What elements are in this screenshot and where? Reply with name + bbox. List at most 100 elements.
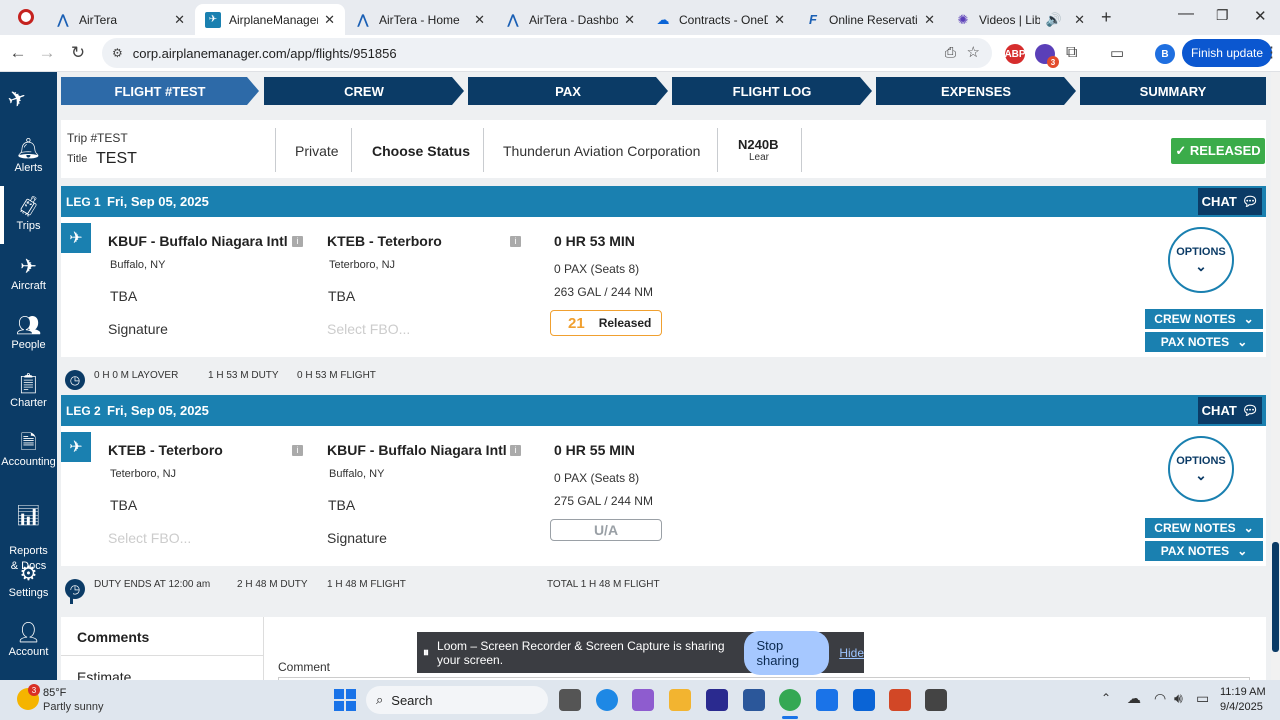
reload-icon[interactable]: ↻ — [67, 43, 89, 63]
side-panel-icon[interactable]: ▭ — [1110, 44, 1124, 62]
departure-time[interactable]: TBA — [110, 288, 137, 304]
sidebar-item-aircraft[interactable]: ✈ Aircraft — [0, 256, 57, 292]
site-info-icon[interactable]: ⚙ — [112, 46, 123, 60]
extension-loom-icon[interactable]: 3 — [1035, 44, 1059, 68]
step-expenses[interactable]: EXPENSES — [876, 77, 1076, 105]
bookmark-star-icon[interactable]: ☆ — [967, 43, 980, 61]
windows-start-icon[interactable] — [334, 689, 356, 711]
arrival-fbo[interactable]: Signature — [327, 530, 387, 546]
departure-airport[interactable]: KBUF - Buffalo Niagara Intl — [108, 233, 288, 249]
info-icon[interactable]: i — [510, 445, 521, 456]
app-icon[interactable] — [816, 689, 838, 711]
close-icon[interactable]: ✕ — [624, 12, 635, 28]
stop-sharing-button[interactable]: Stop sharing — [744, 630, 830, 675]
file-explorer-icon[interactable] — [669, 689, 691, 711]
forward-arrow-icon[interactable]: → — [36, 43, 58, 63]
chat-button[interactable]: CHAT 💬︎ — [1198, 397, 1262, 424]
leg-status-badge[interactable]: U/A — [550, 519, 662, 541]
back-arrow-icon[interactable]: ← — [7, 43, 29, 63]
adblock-icon[interactable]: ABP — [1004, 44, 1026, 64]
estimate-tab[interactable]: Estimate — [77, 669, 131, 680]
tab-airplanemanager[interactable]: ✈ AirplaneManager ✕ — [195, 4, 345, 35]
tab-airtera-dashboard[interactable]: ⋀ AirTera - Dashboard ✕ — [495, 4, 645, 35]
tab-airtera-home[interactable]: ⋀ AirTera - Home ✕ — [345, 4, 495, 35]
trip-number-value[interactable]: TEST — [97, 131, 128, 145]
departure-time[interactable]: TBA — [110, 497, 137, 513]
sidebar-item-settings[interactable]: ⚙ Settings — [0, 563, 57, 599]
info-icon[interactable]: i — [292, 445, 303, 456]
finish-update-button[interactable]: Finish update — [1182, 39, 1272, 67]
browser-menu-kebab-icon[interactable]: ⋮ — [1264, 43, 1279, 61]
pax-notes-button[interactable]: PAX NOTES ⌄ — [1145, 541, 1263, 561]
trip-title-value[interactable]: TEST — [96, 150, 137, 168]
browser-menu-icon[interactable] — [18, 9, 34, 25]
close-icon[interactable]: ✕ — [324, 12, 335, 28]
clock-date[interactable]: 9/4/2025 — [1220, 701, 1263, 713]
copilot-icon[interactable] — [632, 689, 654, 711]
tab-online-reservation[interactable]: F Online Reservation ✕ — [795, 4, 945, 35]
released-button[interactable]: ✓ RELEASED — [1171, 138, 1265, 164]
sidebar-item-reports-docs[interactable]: 📊︎ Reports & Docs — [0, 490, 57, 574]
chrome-icon[interactable] — [779, 689, 801, 711]
speaker-icon[interactable]: 🔊 — [1046, 12, 1062, 28]
extensions-puzzle-icon[interactable]: ⧉ — [1066, 44, 1077, 62]
install-app-icon[interactable]: ⎙ — [945, 44, 956, 61]
close-icon[interactable]: ✕ — [174, 12, 185, 28]
options-button[interactable]: OPTIONS ⌄ — [1168, 436, 1234, 502]
tab-videos-library[interactable]: ✺ Videos | Library 🔊 ✕ — [945, 4, 1095, 35]
close-icon[interactable]: ✕ — [774, 12, 785, 28]
info-icon[interactable]: i — [510, 236, 521, 247]
onedrive-tray-icon[interactable]: ☁ — [1127, 690, 1141, 707]
arrival-time[interactable]: TBA — [328, 288, 355, 304]
step-flight-log[interactable]: FLIGHT LOG — [672, 77, 872, 105]
sidebar-item-trips[interactable]: 🧳︎ Trips — [0, 186, 57, 244]
app-logo-icon[interactable]: ✈ — [4, 84, 30, 115]
show-hidden-icons-chevron-icon[interactable]: ⌃ — [1101, 691, 1111, 705]
outlook-icon[interactable] — [853, 689, 875, 711]
info-icon[interactable]: i — [292, 236, 303, 247]
snipping-tool-icon[interactable] — [925, 689, 947, 711]
pax-notes-button[interactable]: PAX NOTES ⌄ — [1145, 332, 1263, 352]
leg-status-badge[interactable]: 21 Released — [550, 310, 662, 336]
hide-link[interactable]: Hide — [839, 646, 864, 660]
departure-fbo-select[interactable]: Select FBO... — [108, 530, 191, 546]
powerpoint-icon[interactable] — [889, 689, 911, 711]
close-icon[interactable]: ✕ — [474, 12, 485, 28]
chat-button[interactable]: CHAT 💬︎ — [1198, 188, 1262, 215]
url-text[interactable]: corp.airplanemanager.com/app/flights/951… — [133, 46, 397, 61]
departure-fbo[interactable]: Signature — [108, 321, 168, 337]
status-select[interactable]: Choose Status — [372, 143, 470, 159]
close-icon[interactable]: ✕ — [924, 12, 935, 28]
page-scrollbar[interactable] — [1271, 72, 1280, 680]
crew-notes-button[interactable]: CREW NOTES ⌄ — [1145, 309, 1263, 329]
scrollbar-thumb[interactable] — [1272, 542, 1279, 652]
word-icon[interactable] — [743, 689, 765, 711]
close-icon[interactable]: ✕ — [1074, 12, 1085, 28]
trip-type[interactable]: Private — [295, 143, 339, 159]
window-close-icon[interactable]: ✕ — [1254, 7, 1267, 25]
minimize-icon[interactable]: — — [1178, 5, 1194, 23]
pause-icon[interactable]: ⏸ — [423, 645, 429, 660]
sidebar-item-charter[interactable]: 📋︎ Charter — [0, 373, 57, 409]
maximize-icon[interactable]: ❐ — [1216, 7, 1229, 24]
aircraft-tail[interactable]: N240B — [738, 137, 778, 152]
address-bar[interactable]: ⚙ corp.airplanemanager.com/app/flights/9… — [102, 38, 992, 68]
arrival-fbo-select[interactable]: Select FBO... — [327, 321, 410, 337]
arrival-airport[interactable]: KBUF - Buffalo Niagara Intl — [327, 442, 507, 458]
sidebar-item-people[interactable]: 👥︎ People — [0, 315, 57, 351]
sidebar-item-accounting[interactable]: 🗎 Accounting — [0, 432, 57, 468]
profile-avatar[interactable]: B — [1155, 44, 1175, 64]
arrival-time[interactable]: TBA — [328, 497, 355, 513]
options-button[interactable]: OPTIONS ⌄ — [1168, 227, 1234, 293]
arrival-airport[interactable]: KTEB - Teterboro — [327, 233, 442, 249]
wifi-icon[interactable]: ◠ — [1154, 690, 1166, 707]
step-pax[interactable]: PAX — [468, 77, 668, 105]
edge-icon[interactable] — [596, 689, 618, 711]
task-view-icon[interactable] — [559, 689, 581, 711]
taskbar-search[interactable]: ⌕ Search — [366, 686, 548, 714]
sidebar-item-account[interactable]: 👤︎ Account — [0, 622, 57, 658]
tab-contracts-onedrive[interactable]: ☁ Contracts - OneDrive ✕ — [645, 4, 795, 35]
tab-airtera[interactable]: ⋀ AirTera ✕ — [45, 4, 195, 35]
crew-notes-button[interactable]: CREW NOTES ⌄ — [1145, 518, 1263, 538]
step-summary[interactable]: SUMMARY — [1080, 77, 1266, 105]
